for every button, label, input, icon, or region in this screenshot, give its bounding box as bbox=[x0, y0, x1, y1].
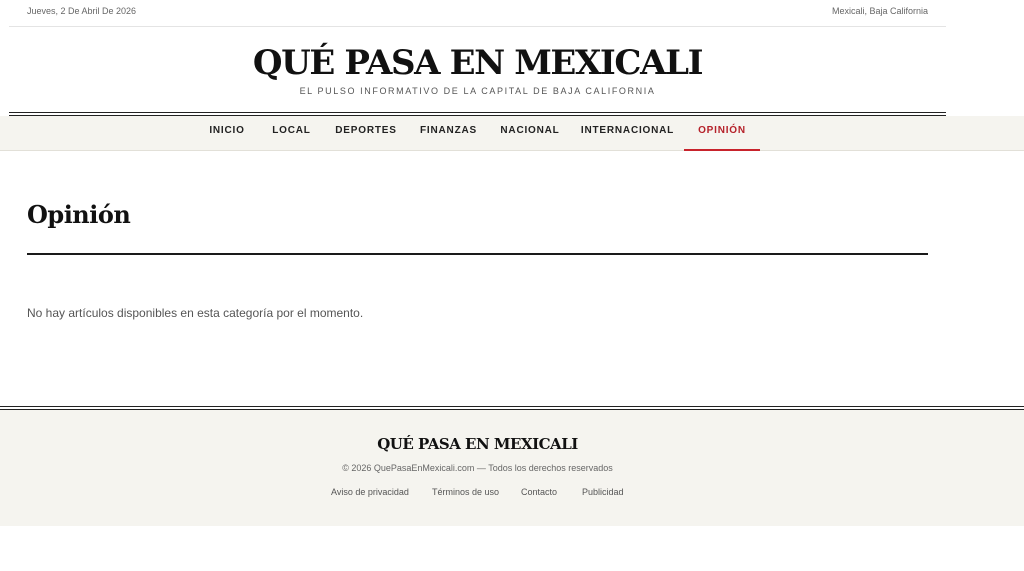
footer-link-advertising[interactable]: Publicidad bbox=[582, 487, 624, 497]
page-title: Opinión bbox=[27, 200, 131, 229]
current-date: Jueves, 2 De Abril De 2026 bbox=[27, 6, 137, 16]
nav-item-deportes[interactable]: DEPORTES bbox=[332, 116, 400, 151]
footer-copyright: © 2026 QuePasaEnMexicali.com — Todos los… bbox=[342, 463, 613, 473]
footer-title[interactable]: QUÉ PASA EN MEXICALI bbox=[0, 435, 955, 453]
footer-link-contact[interactable]: Contacto bbox=[521, 487, 557, 497]
top-bar: Jueves, 2 De Abril De 2026 Mexicali, Baj… bbox=[9, 0, 946, 27]
footer: QUÉ PASA EN MEXICALI © 2026 QuePasaEnMex… bbox=[0, 410, 1024, 526]
footer-link-terms[interactable]: Términos de uso bbox=[432, 487, 499, 497]
site-tagline: EL PULSO INFORMATIVO DE LA CAPITAL DE BA… bbox=[299, 86, 656, 96]
footer-link-privacy[interactable]: Aviso de privacidad bbox=[331, 487, 409, 497]
site-title[interactable]: QUÉ PASA EN MEXICALI bbox=[0, 43, 955, 83]
nav-item-nacional[interactable]: NACIONAL bbox=[497, 116, 563, 151]
main-nav: INICIO LOCAL DEPORTES FINANZAS NACIONAL … bbox=[0, 116, 1024, 151]
nav-item-internacional[interactable]: INTERNACIONAL bbox=[580, 116, 675, 151]
masthead: QUÉ PASA EN MEXICALI EL PULSO INFORMATIV… bbox=[0, 27, 955, 113]
nav-item-opinion[interactable]: OPINIÓN bbox=[684, 116, 760, 151]
nav-item-inicio[interactable]: INICIO bbox=[203, 116, 251, 151]
nav-item-local[interactable]: LOCAL bbox=[268, 116, 315, 151]
empty-state-message: No hay artículos disponibles en esta cat… bbox=[27, 306, 364, 320]
heading-divider bbox=[27, 253, 928, 255]
location-label: Mexicali, Baja California bbox=[831, 6, 928, 16]
nav-item-finanzas[interactable]: FINANZAS bbox=[417, 116, 480, 151]
